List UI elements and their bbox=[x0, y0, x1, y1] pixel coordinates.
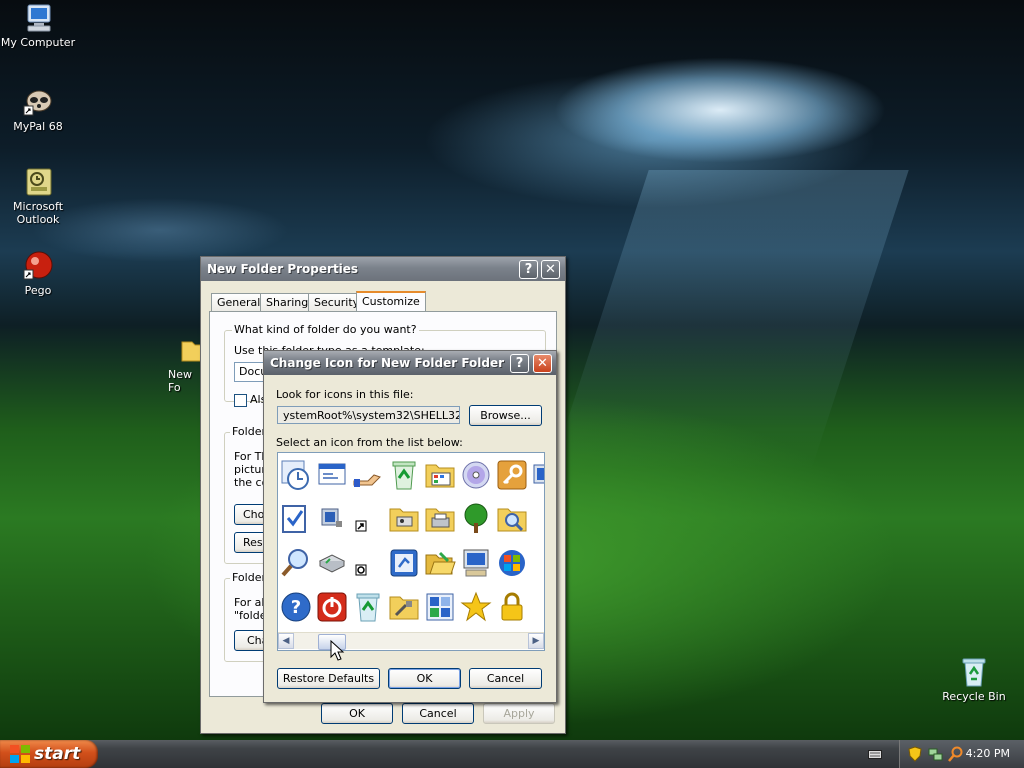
folder-settings-icon[interactable] bbox=[388, 503, 420, 535]
network-status-icon[interactable] bbox=[928, 746, 944, 762]
select-icon-label: Select an icon from the list below: bbox=[276, 436, 463, 449]
recycle-full-icon[interactable] bbox=[388, 459, 420, 491]
search-folder-icon[interactable] bbox=[496, 503, 528, 535]
tree-icon[interactable] bbox=[460, 503, 492, 535]
network-drive-icon[interactable] bbox=[316, 547, 348, 579]
desktop-icon-outlook[interactable]: Microsoft Outlook bbox=[0, 166, 76, 226]
cd-icon[interactable] bbox=[460, 459, 492, 491]
help-button[interactable]: ? bbox=[510, 354, 529, 373]
taskbar: start 4:20 PM bbox=[0, 740, 1024, 768]
star-icon[interactable] bbox=[460, 591, 492, 623]
shortcut-arrow-icon[interactable] bbox=[352, 503, 384, 535]
folder-type-question: What kind of folder do you want? bbox=[232, 323, 419, 336]
security-shield-icon[interactable] bbox=[908, 746, 922, 762]
key-icon[interactable] bbox=[496, 459, 528, 491]
scroll-left-button[interactable]: ◀ bbox=[278, 633, 294, 649]
monitor-icon[interactable] bbox=[532, 459, 544, 491]
system-tray: 4:20 PM bbox=[899, 740, 1024, 768]
desktop-icon-recycle-bin[interactable]: Recycle Bin bbox=[936, 656, 1012, 703]
ok-button[interactable]: OK bbox=[388, 668, 461, 689]
pego-icon bbox=[22, 250, 54, 282]
clock-icon[interactable] bbox=[280, 459, 312, 491]
browse-button[interactable]: Browse... bbox=[469, 405, 542, 426]
hand-icon[interactable] bbox=[352, 459, 384, 491]
search-icon[interactable] bbox=[948, 746, 964, 762]
cancel-button[interactable]: Cancel bbox=[469, 668, 542, 689]
icon-list-scrollbar[interactable]: ◀ ▶ bbox=[278, 632, 544, 650]
svg-text:?: ? bbox=[291, 597, 301, 618]
icon-list[interactable]: ? ◀ ▶ bbox=[277, 452, 545, 651]
raccoon-icon bbox=[22, 86, 54, 118]
control-panel-icon[interactable] bbox=[424, 459, 456, 491]
help-icon[interactable]: ? bbox=[280, 591, 312, 623]
properties-titlebar[interactable]: New Folder Properties ? ✕ bbox=[201, 257, 565, 281]
also-apply-checkbox[interactable] bbox=[234, 394, 247, 407]
my-computer-icon bbox=[22, 2, 54, 34]
properties-title: New Folder Properties bbox=[207, 262, 359, 276]
desktop-icon-my-computer[interactable]: My Computer bbox=[0, 2, 76, 49]
mouse-cursor-icon bbox=[330, 639, 346, 662]
close-button[interactable]: ✕ bbox=[533, 354, 552, 373]
start-button[interactable]: start bbox=[0, 740, 98, 768]
folder-tools-icon[interactable] bbox=[388, 591, 420, 623]
desktop-icon-mypal[interactable]: MyPal 68 bbox=[0, 86, 76, 133]
desktop-icon-pego[interactable]: Pego bbox=[0, 250, 76, 297]
close-button[interactable]: ✕ bbox=[541, 260, 560, 279]
outlook-icon bbox=[22, 166, 54, 198]
lock-icon[interactable] bbox=[496, 591, 528, 623]
apply-button[interactable]: Apply bbox=[483, 703, 555, 724]
recycle-bin-icon bbox=[958, 656, 990, 688]
folder-open-icon[interactable] bbox=[424, 547, 456, 579]
scroll-right-button[interactable]: ▶ bbox=[528, 633, 544, 649]
network-icon[interactable] bbox=[316, 503, 348, 535]
folder-printer-icon[interactable] bbox=[424, 503, 456, 535]
magnifier-icon[interactable] bbox=[280, 547, 312, 579]
clock[interactable]: 4:20 PM bbox=[966, 747, 1010, 760]
power-icon[interactable] bbox=[316, 591, 348, 623]
keyboard-icon[interactable] bbox=[868, 748, 882, 760]
window-tiles-icon[interactable] bbox=[424, 591, 456, 623]
restore-defaults-button[interactable]: Restore Defaults bbox=[277, 668, 380, 689]
tab-customize[interactable]: Customize bbox=[356, 291, 426, 312]
window-icon[interactable] bbox=[316, 459, 348, 491]
checklist-icon[interactable] bbox=[280, 503, 312, 535]
cd-small-icon[interactable] bbox=[352, 547, 384, 579]
tab-sharing[interactable]: Sharing bbox=[260, 293, 315, 311]
windows-flag-icon bbox=[10, 745, 30, 763]
windows-logo-icon[interactable] bbox=[496, 547, 528, 579]
change-icon-dialog: Change Icon for New Folder Folder ? ✕ Lo… bbox=[263, 350, 557, 703]
window-refresh-icon[interactable] bbox=[388, 547, 420, 579]
properties-tabs: General Sharing Security Customize bbox=[209, 291, 559, 313]
cancel-button[interactable]: Cancel bbox=[402, 703, 474, 724]
help-button[interactable]: ? bbox=[519, 260, 538, 279]
recycle-empty-icon[interactable] bbox=[352, 591, 384, 623]
icon-file-path-input[interactable]: ystemRoot%\system32\SHELL32.dll bbox=[277, 406, 460, 424]
look-for-label: Look for icons in this file: bbox=[276, 388, 414, 401]
folder-icons-text-2: "folde bbox=[234, 609, 267, 622]
change-icon-title: Change Icon for New Folder Folder bbox=[270, 356, 505, 370]
change-icon-titlebar[interactable]: Change Icon for New Folder Folder ? ✕ bbox=[264, 351, 556, 375]
light-beam bbox=[551, 170, 909, 470]
computer-icon[interactable] bbox=[460, 547, 492, 579]
tab-general[interactable]: General bbox=[211, 293, 267, 311]
ok-button[interactable]: OK bbox=[321, 703, 393, 724]
